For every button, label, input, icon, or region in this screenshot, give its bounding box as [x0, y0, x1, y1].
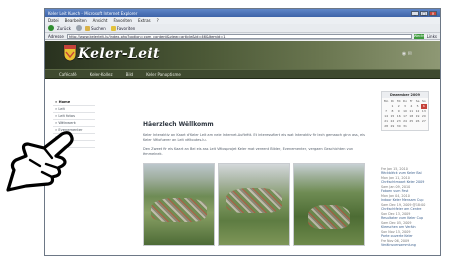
- sidebar-item-home[interactable]: » Home: [53, 99, 95, 106]
- search-icon: [84, 25, 90, 31]
- star-icon: [110, 25, 116, 31]
- close-button[interactable]: ×: [429, 10, 437, 16]
- web-page: Keler-Leit ◉ ✉ Cafécafé Keler-Kollez Bil…: [45, 41, 440, 255]
- search-button[interactable]: Suchen: [84, 25, 106, 31]
- banner-icons: ◉ ✉: [401, 51, 412, 57]
- news-link[interactable]: Rëckbléck vum Keler Bal: [381, 171, 429, 175]
- sidebar-item-leit[interactable]: » Leit: [53, 106, 95, 113]
- site-logo[interactable]: Keler-Leit: [78, 46, 160, 62]
- links-label[interactable]: Links: [427, 34, 437, 39]
- minimize-button[interactable]: _: [411, 10, 419, 16]
- aerial-photo-3[interactable]: [293, 163, 365, 246]
- menu-tools[interactable]: Extras: [138, 18, 151, 23]
- browser-toolbar: Zurück Suchen Favoriten: [45, 24, 440, 33]
- news-link[interactable]: Veräinsversammlung: [381, 243, 429, 247]
- menu-file[interactable]: Datei: [48, 18, 59, 23]
- screenshot-scene: Keler Leit Kuech - Microsoft Internet Ex…: [0, 0, 451, 256]
- intro-paragraph-1: Keler Interaktiv an Kaart d'Keler Leit a…: [143, 133, 365, 142]
- aerial-photo-1[interactable]: [143, 163, 215, 246]
- main-content: Häerzlech Wëllkomm Keler Interaktiv an K…: [143, 121, 365, 246]
- page-heading: Häerzlech Wëllkomm: [143, 121, 214, 128]
- title-bar: Keler Leit Kuech - Microsoft Internet Ex…: [45, 9, 440, 17]
- maximize-button[interactable]: □: [420, 10, 428, 16]
- menu-edit[interactable]: Bearbeiten: [65, 18, 87, 23]
- browser-window: Keler Leit Kuech - Microsoft Internet Ex…: [44, 8, 441, 256]
- nav-item-1[interactable]: Cafécafé: [59, 72, 77, 77]
- forward-icon[interactable]: [75, 25, 82, 31]
- news-link[interactable]: Kleeschen am Veräin: [381, 225, 429, 229]
- news-link[interactable]: Chrëschtmaart Keler 2009: [381, 180, 429, 184]
- menu-bar: Datei Bearbeiten Ansicht Favoriten Extra…: [45, 17, 440, 24]
- address-bar: Adresse http://www.kelerleit.lu/index.ph…: [45, 33, 440, 43]
- page-body: » Home » Leit » Leit fotos » Wéinwerk » …: [45, 79, 440, 255]
- right-sidebar: Dezember 2009 Mo Di Mi Do Fr Sa So 1 2 3 4 5 6 7 8 9 10 1…: [381, 91, 429, 248]
- menu-view[interactable]: Ansicht: [93, 18, 108, 23]
- news-link[interactable]: Fotoen vum Fest: [381, 189, 429, 193]
- news-link[interactable]: Resultater vum Keler Cup: [381, 216, 429, 220]
- calendar-day: [421, 124, 427, 129]
- menu-favorites[interactable]: Favoriten: [113, 18, 132, 23]
- nav-item-2[interactable]: Keler-Kollez: [90, 72, 113, 77]
- news-link[interactable]: Chrëschtfeier am Centre: [381, 207, 429, 211]
- sidebar-item-leit-fotos[interactable]: » Leit fotos: [53, 113, 95, 120]
- hand-pointer-icon: [6, 131, 74, 192]
- address-label: Adresse: [48, 33, 64, 39]
- photo-gallery: [143, 163, 365, 246]
- site-nav: Cafécafé Keler-Kollez Bild Keler Panopti…: [45, 69, 440, 79]
- aerial-photo-2[interactable]: [218, 163, 290, 246]
- nav-item-3[interactable]: Bild: [126, 72, 134, 77]
- intro-paragraph-2: Den Zweet fir eis Kaart an Bei eis ass L…: [143, 147, 354, 156]
- site-banner: Keler-Leit ◉ ✉: [45, 41, 440, 69]
- favorites-button-label: Favoriten: [116, 25, 136, 31]
- window-title: Keler Leit Kuech - Microsoft Internet Ex…: [48, 10, 138, 16]
- crest-icon: [63, 44, 77, 62]
- menu-help[interactable]: ?: [157, 18, 159, 23]
- search-button-label: Suchen: [90, 25, 106, 31]
- back-button-label[interactable]: Zurück: [57, 26, 71, 31]
- news-list: Fre Jan 15, 2010 Rëckbléck vum Keler Bal M…: [381, 167, 429, 247]
- url-field[interactable]: http://www.kelerleit.lu/index.php?option…: [66, 33, 412, 39]
- favorites-button[interactable]: Favoriten: [110, 25, 136, 31]
- back-icon[interactable]: [48, 25, 54, 31]
- nav-item-4[interactable]: Keler Panoptisme: [146, 72, 181, 77]
- news-link[interactable]: Indoor Keler Mensam Cup: [381, 198, 429, 202]
- calendar-widget: Dezember 2009 Mo Di Mi Do Fr Sa So 1 2 3 4 5 6 7 8 9 10 1…: [381, 91, 429, 131]
- calendar-grid: Mo Di Mi Do Fr Sa So 1 2 3 4 5 6 7 8 9 10 11 12 13 14 15 16 17 1…: [382, 98, 428, 130]
- go-button[interactable]: Wechseln zu: [413, 33, 430, 43]
- news-link[interactable]: Porte ouverte Keler: [381, 234, 429, 238]
